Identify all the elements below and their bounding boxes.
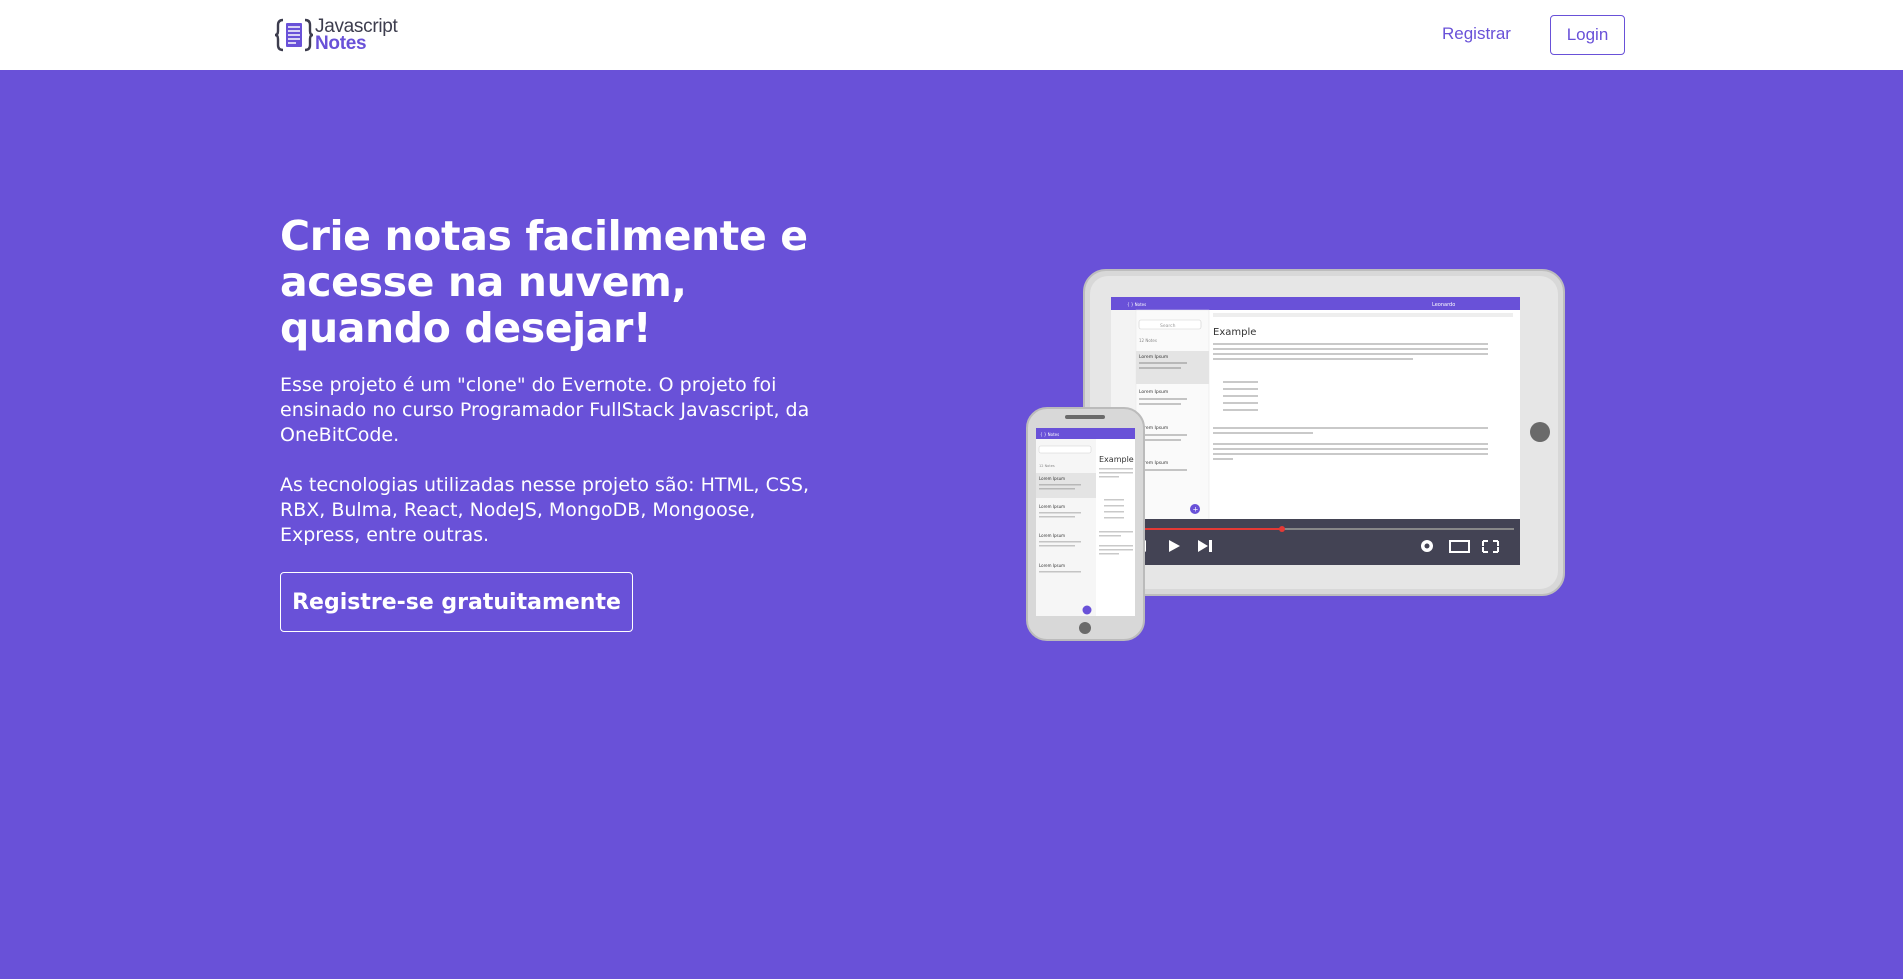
svg-text:Example: Example xyxy=(1213,327,1256,338)
svg-text:Lorem Ipsum: Lorem Ipsum xyxy=(1039,476,1065,481)
logo-text-notes: Notes xyxy=(315,33,367,54)
hero-technologies: As tecnologias utilizadas nesse projeto … xyxy=(280,474,810,546)
svg-text:12 Notes: 12 Notes xyxy=(1039,464,1055,468)
devices-illustration: { } Notes Leonardo Search 12 Notes Lorem… xyxy=(1026,269,1565,641)
phone-mockup: { } Notes 12 Notes Lorem Ipsum Lorem Ips… xyxy=(1026,407,1145,641)
svg-text:{ } Notes: { } Notes xyxy=(1127,302,1146,307)
navbar: Javascript Notes Registrar Login xyxy=(0,0,1903,70)
svg-text:{ } Notes: { } Notes xyxy=(1040,432,1059,437)
signup-free-button[interactable]: Registre-se gratuitamente xyxy=(280,572,633,632)
register-link[interactable]: Registrar xyxy=(1442,24,1511,44)
tablet-mockup: { } Notes Leonardo Search 12 Notes Lorem… xyxy=(1083,269,1565,596)
svg-text:Example: Example xyxy=(1099,455,1134,464)
svg-text:Lorem Ipsum: Lorem Ipsum xyxy=(1039,533,1065,538)
tablet-user-name: Leonardo xyxy=(1432,302,1455,308)
tablet-home-button xyxy=(1530,422,1550,442)
notes-logo-icon xyxy=(275,18,313,52)
svg-text:Search: Search xyxy=(1160,323,1176,329)
svg-text:Lorem Ipsum: Lorem Ipsum xyxy=(1039,563,1065,568)
hero-title: Crie notas facilmente e acesse na nuvem,… xyxy=(280,212,808,352)
svg-text:12 Notes: 12 Notes xyxy=(1139,338,1157,343)
svg-text:Lorem Ipsum: Lorem Ipsum xyxy=(1039,504,1065,509)
svg-text:Lorem Ipsum: Lorem Ipsum xyxy=(1139,354,1168,360)
hero-description: Esse projeto é um "clone" do Evernote. O… xyxy=(280,374,810,446)
login-button[interactable]: Login xyxy=(1550,15,1625,55)
logo[interactable]: Javascript Notes xyxy=(275,16,398,54)
svg-text:+: + xyxy=(1193,506,1199,514)
phone-home-button xyxy=(1079,622,1091,634)
svg-text:Lorem Ipsum: Lorem Ipsum xyxy=(1139,389,1168,395)
